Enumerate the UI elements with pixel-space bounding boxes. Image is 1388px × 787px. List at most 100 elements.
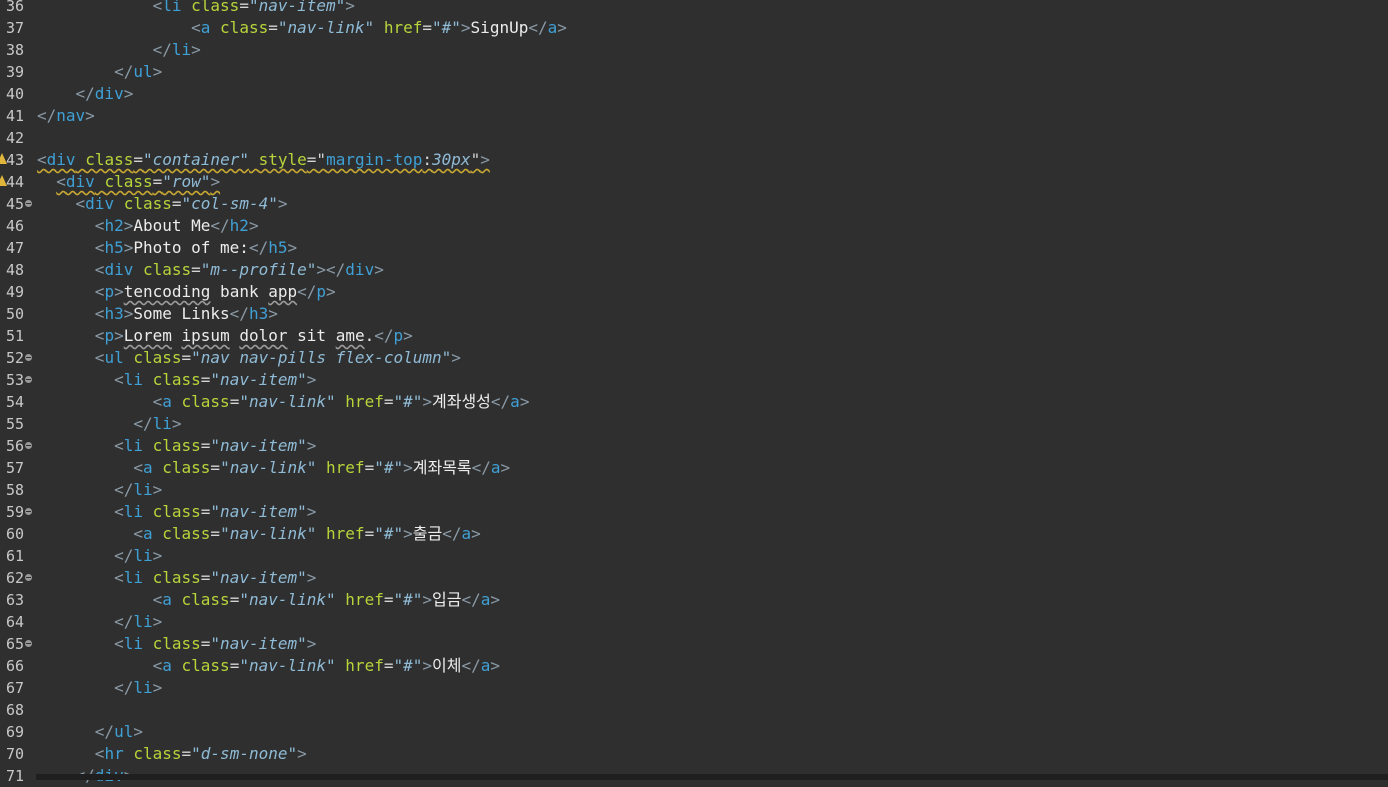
token-punct: < (133, 458, 143, 477)
code-line[interactable]: 55 </li> (0, 413, 1388, 435)
token-equals: = (171, 194, 182, 213)
token-punct: </ (297, 282, 317, 301)
code-line[interactable]: 69 </ul> (0, 721, 1388, 743)
code-text: <a class="nav-link" href="#">출금</a> (37, 523, 480, 545)
line-number: 70 (5, 745, 24, 763)
code-line[interactable]: 47 <h5>Photo of me:</h5> (0, 237, 1388, 259)
token-punct: > (490, 590, 501, 609)
fold-collapse-icon[interactable] (25, 354, 32, 361)
code-line[interactable]: 64 </li> (0, 611, 1388, 633)
code-line[interactable]: 61 </li> (0, 545, 1388, 567)
fold-collapse-icon[interactable] (25, 376, 32, 383)
token-punct: > (277, 194, 288, 213)
token-punct: > (460, 18, 471, 37)
code-line[interactable]: 57 <a class="nav-link" href="#">계좌목록</a> (0, 457, 1388, 479)
code-text: <li class="nav-item"> (37, 501, 316, 523)
fold-collapse-icon[interactable] (25, 640, 32, 647)
code-line[interactable]: 66 <a class="nav-link" href="#">이체</a> (0, 655, 1388, 677)
code-line[interactable]: 43 <div class="container" style="margin-t… (0, 149, 1388, 171)
code-line[interactable]: 45 <div class="col-sm-4"> (0, 193, 1388, 215)
code-line[interactable]: 41 </nav> (0, 105, 1388, 127)
token-punct: </ (490, 392, 511, 411)
token-attr: href (345, 656, 384, 675)
token-tag: a (547, 18, 558, 37)
token-tag: a (162, 656, 172, 675)
code-line[interactable]: 54 <a class="nav-link" href="#">계좌생성</a> (0, 391, 1388, 413)
token-equals: = (239, 0, 249, 15)
token-tag: a (510, 392, 520, 411)
code-line[interactable]: 65 <li class="nav-item"> (0, 633, 1388, 655)
token-punct: > (519, 392, 530, 411)
line-number: 46 (5, 217, 24, 235)
code-line[interactable]: 68 (0, 699, 1388, 721)
horizontal-scrollbar[interactable] (36, 774, 1388, 780)
code-text: <p>Lorem ipsum dolor sit ame.</p> (37, 325, 413, 347)
code-line[interactable]: 70 <hr class="d-sm-none"> (0, 743, 1388, 765)
code-text: <div class="container" style="margin-top… (37, 149, 490, 171)
code-line[interactable]: 46 <h2>About Me</h2> (0, 215, 1388, 237)
code-line[interactable]: 38 </li> (0, 39, 1388, 61)
token-attr: style (258, 150, 307, 169)
code-line[interactable]: 53 <li class="nav-item"> (0, 369, 1388, 391)
token-punct: > (287, 238, 298, 257)
code-line[interactable]: 40 </div> (0, 83, 1388, 105)
token-punct: > (422, 392, 433, 411)
code-line[interactable]: 67 </li> (0, 677, 1388, 699)
token-punct: < (94, 348, 105, 367)
code-line[interactable]: 56 <li class="nav-item"> (0, 435, 1388, 457)
code-text: <li class="nav-item"> (37, 567, 316, 589)
code-line[interactable]: 59 <li class="nav-item"> (0, 501, 1388, 523)
token-punct: </ (442, 524, 462, 543)
code-text: </li> (37, 413, 181, 435)
fold-collapse-icon[interactable] (25, 442, 32, 449)
code-editor[interactable]: 36 <li class="nav-item"> 37 <a class="nav… (0, 0, 1388, 785)
token-equals: = (133, 150, 143, 169)
code-line[interactable]: 62 <li class="nav-item"> (0, 567, 1388, 589)
token-punct: </ (75, 84, 95, 103)
code-line[interactable]: 60 <a class="nav-link" href="#">출금</a> (0, 523, 1388, 545)
code-line[interactable]: 39 </ul> (0, 61, 1388, 83)
line-number: 39 (5, 63, 24, 81)
code-line[interactable]: 58 </li> (0, 479, 1388, 501)
token-punct: > (480, 150, 490, 169)
code-text: <a class="nav-link" href="#">SignUp</a> (37, 17, 567, 39)
token-value: "container" (143, 150, 249, 169)
code-line[interactable]: 37 <a class="nav-link" href="#">SignUp</… (0, 17, 1388, 39)
line-number: 47 (5, 239, 24, 257)
code-line[interactable]: 51 <p>Lorem ipsum dolor sit ame.</p> (0, 325, 1388, 347)
token-attr: class (152, 436, 201, 455)
token-tag: li (123, 370, 143, 389)
code-line[interactable]: 36 <li class="nav-item"> (0, 0, 1388, 17)
code-line[interactable]: 52 <ul class="nav nav-pills flex-column"… (0, 347, 1388, 369)
token-tag: li (133, 612, 153, 631)
code-line[interactable]: 49 <p>tencoding bank app</p> (0, 281, 1388, 303)
token-punct: > (422, 656, 433, 675)
token-punct: > (374, 260, 384, 279)
code-line[interactable]: 50 <h3>Some Links</h3> (0, 303, 1388, 325)
code-line[interactable]: 63 <a class="nav-link" href="#">입금</a> (0, 589, 1388, 611)
warning-icon[interactable] (0, 175, 7, 186)
code-line[interactable]: 48 <div class="m--profile"></div> (0, 259, 1388, 281)
fold-collapse-icon[interactable] (25, 574, 32, 581)
fold-collapse-icon[interactable] (25, 200, 32, 207)
line-number: 38 (5, 41, 24, 59)
code-line[interactable]: 44 <div class="row"> (0, 171, 1388, 193)
warning-icon[interactable] (0, 153, 7, 164)
fold-collapse-icon[interactable] (25, 508, 32, 515)
code-area[interactable]: 36 <li class="nav-item"> 37 <a class="nav… (0, 0, 1388, 787)
token-value: "#" (374, 458, 404, 477)
code-line[interactable]: 42 (0, 127, 1388, 149)
token-tag: hr (104, 744, 124, 763)
